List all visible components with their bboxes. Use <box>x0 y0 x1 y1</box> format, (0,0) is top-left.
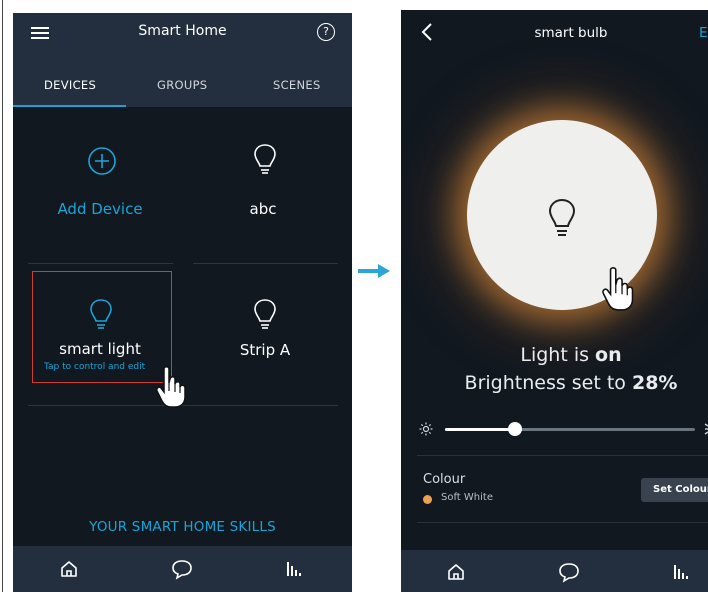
home-icon[interactable] <box>446 562 466 582</box>
light-state-text: Light is on <box>401 344 708 366</box>
device-grid: Add Device abc smart light Tap to contro… <box>13 107 352 592</box>
brightness-prefix: Brightness set to <box>464 372 632 394</box>
help-icon[interactable]: ? <box>317 23 335 41</box>
equalizer-icon[interactable] <box>672 563 692 581</box>
slider-thumb[interactable] <box>508 422 522 436</box>
bottom-nav <box>401 550 708 592</box>
equalizer-icon[interactable] <box>285 560 305 578</box>
colour-row: Colour Soft White Set Colour <box>401 456 708 522</box>
smart-home-skills-link[interactable]: YOUR SMART HOME SKILLS <box>13 519 352 535</box>
bulb-icon <box>254 299 276 329</box>
add-device-label: Add Device <box>57 200 143 218</box>
top-bar: Smart Home ? <box>13 13 352 51</box>
light-state-prefix: Light is <box>520 344 596 366</box>
tab-devices[interactable]: DEVICES <box>44 78 96 92</box>
colour-swatch <box>423 495 432 504</box>
divider <box>28 263 173 264</box>
brightness-low-icon <box>419 422 433 436</box>
arrow-right-icon <box>358 264 390 278</box>
frame-border <box>2 0 3 592</box>
colour-value: Soft White <box>441 492 493 503</box>
device-label: Strip A <box>239 341 291 359</box>
tab-groups[interactable]: GROUPS <box>157 78 207 92</box>
colour-title: Colour <box>423 472 466 487</box>
home-icon[interactable] <box>59 559 79 579</box>
bottom-nav <box>13 546 352 592</box>
tab-bar: DEVICES GROUPS SCENES <box>13 51 352 107</box>
divider <box>417 522 708 523</box>
top-bar: smart bulb E <box>401 10 708 54</box>
divider <box>193 263 338 264</box>
add-circle-icon <box>88 147 116 175</box>
smart-home-screen: Smart Home ? DEVICES GROUPS SCENES Add D… <box>13 13 352 592</box>
hand-pointer-icon <box>156 366 186 408</box>
bulb-icon <box>254 144 276 174</box>
hand-pointer-icon <box>602 267 634 311</box>
page-title: Smart Home <box>138 23 227 39</box>
page-title: smart bulb <box>534 25 608 41</box>
selection-highlight <box>32 271 172 383</box>
bulb-icon <box>548 198 576 236</box>
smart-bulb-screen: smart bulb E Light is on Brightness set … <box>401 10 708 592</box>
brightness-high-icon <box>704 423 708 435</box>
chat-icon[interactable] <box>558 561 580 583</box>
slider-fill <box>445 428 515 431</box>
chat-icon[interactable] <box>171 558 193 580</box>
brightness-value: 28% <box>631 372 678 394</box>
tab-scenes[interactable]: SCENES <box>273 78 321 92</box>
set-colour-button[interactable]: Set Colour <box>641 478 708 502</box>
light-state-value: on <box>595 344 622 366</box>
device-label: abc <box>249 200 277 218</box>
brightness-text: Brightness set to 28% <box>401 372 708 394</box>
edit-button[interactable]: E <box>699 25 708 41</box>
